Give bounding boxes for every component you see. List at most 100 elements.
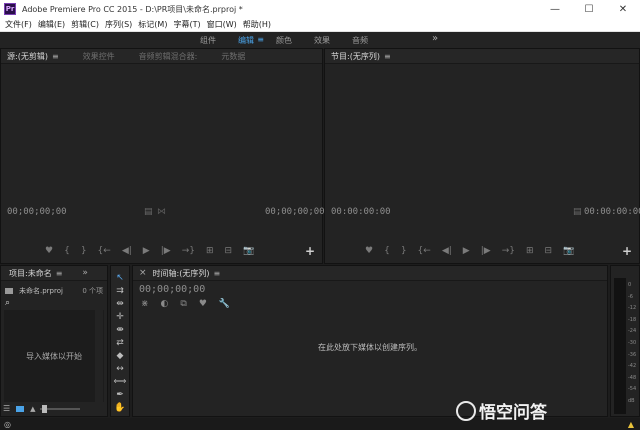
- timeline-toolbar: ⋇ ◐ ⧉ ♥ 🔧: [141, 299, 230, 309]
- meter-label: -24: [628, 328, 637, 335]
- pen-tool-icon[interactable]: ✒: [116, 389, 124, 402]
- menu-marker[interactable]: 标记(M): [135, 19, 170, 30]
- razor-tool-icon[interactable]: ◆: [117, 350, 124, 363]
- menu-clip[interactable]: 剪辑(C): [68, 19, 102, 30]
- linked-selection-icon[interactable]: ⧉: [180, 299, 186, 309]
- tab-project[interactable]: 项目:未命名 ≡: [9, 268, 62, 279]
- close-button[interactable]: ✕: [606, 0, 640, 18]
- mark-in-icon[interactable]: {: [64, 246, 70, 256]
- lift-icon[interactable]: ⊞: [526, 246, 534, 256]
- project-search-field[interactable]: ⌕: [5, 298, 103, 308]
- overwrite-icon[interactable]: ⊟: [225, 246, 233, 256]
- program-playhead-timecode[interactable]: 00:00:00:00: [331, 207, 391, 217]
- watermark-logo-icon: [456, 400, 476, 421]
- nest-icon[interactable]: ⋇: [141, 299, 149, 309]
- selection-tool-icon[interactable]: ↖: [116, 272, 124, 285]
- rate-stretch-tool-icon[interactable]: ⇼: [116, 324, 124, 337]
- program-add-marker-icon[interactable]: ♥: [365, 246, 373, 256]
- drag-video-icon[interactable]: ▤: [144, 207, 153, 217]
- program-transport-controls: ♥ { } {← ◀| ▶ |▶ →} ⊞ ⊟ 📷: [365, 246, 585, 256]
- tab-audio-clip-mixer[interactable]: 音频剪辑混合器:: [139, 51, 198, 62]
- program-monitor-panel: 节目:(无序列) ≡ 00:00:00:00 00:00:00:00 ▤ ♥ { …: [324, 48, 640, 264]
- tab-effect-controls[interactable]: 效果控件: [83, 51, 115, 62]
- hand-tool-icon[interactable]: ✋: [114, 402, 125, 415]
- menu-help[interactable]: 帮助(H): [240, 19, 274, 30]
- drag-audio-icon[interactable]: ⋈: [157, 207, 166, 217]
- zoom-slider-handle[interactable]: [41, 404, 47, 413]
- timeline-panel-tabs: × 时间轴:(无序列) ≡: [133, 266, 607, 281]
- workspace-menu-icon[interactable]: ≡: [257, 35, 264, 44]
- premiere-logo-icon: Pr: [4, 3, 16, 15]
- program-step-forward-icon[interactable]: |▶: [481, 246, 491, 256]
- list-view-icon[interactable]: ☰: [3, 404, 10, 413]
- zoom-slider[interactable]: [39, 404, 80, 413]
- tab-timeline[interactable]: 时间轴:(无序列) ≡: [153, 268, 221, 279]
- program-tab-menu-icon[interactable]: ≡: [384, 52, 391, 61]
- menu-window[interactable]: 窗口(W): [204, 19, 240, 30]
- program-mark-out-icon[interactable]: }: [401, 246, 407, 256]
- step-forward-icon[interactable]: |▶: [161, 246, 171, 256]
- workspace-tab-effects[interactable]: 效果: [314, 35, 330, 46]
- go-to-out-icon[interactable]: →}: [182, 246, 195, 256]
- project-panel-overflow-icon[interactable]: »: [82, 268, 88, 278]
- ripple-edit-tool-icon[interactable]: ⇹: [116, 298, 124, 311]
- workspace-overflow-icon[interactable]: »: [432, 33, 438, 44]
- source-button-editor-icon[interactable]: +: [305, 244, 315, 258]
- project-tab-menu-icon[interactable]: ≡: [56, 269, 63, 278]
- tab-metadata[interactable]: 元数据: [221, 51, 245, 62]
- watermark-text: 悟空问答: [479, 403, 547, 423]
- add-marker-icon[interactable]: ♥: [45, 246, 53, 256]
- menu-sequence[interactable]: 序列(S): [102, 19, 135, 30]
- slip-tool-icon[interactable]: ↔: [116, 363, 124, 376]
- razor-adjacent-tool-icon[interactable]: ⇄: [116, 337, 124, 350]
- workspace-tab-color[interactable]: 颜色: [276, 35, 292, 46]
- program-go-to-out-icon[interactable]: →}: [502, 246, 515, 256]
- meter-label: -6: [628, 293, 633, 300]
- source-tab-menu-icon[interactable]: ≡: [52, 52, 59, 61]
- play-icon[interactable]: ▶: [143, 246, 150, 256]
- export-frame-icon[interactable]: 📷: [243, 246, 254, 256]
- project-media-area[interactable]: 导入媒体以开始: [4, 310, 104, 402]
- timeline-panel: × 时间轴:(无序列) ≡ 00;00;00;00 ⋇ ◐ ⧉ ♥ 🔧 在此处放下…: [132, 265, 608, 417]
- tab-program[interactable]: 节目:(无序列) ≡: [331, 51, 391, 62]
- maximize-button[interactable]: ☐: [572, 0, 606, 18]
- menu-title[interactable]: 字幕(T): [170, 19, 203, 30]
- project-scrollbar[interactable]: [95, 310, 103, 402]
- source-monitor-view[interactable]: [2, 65, 321, 213]
- workspace-tab-editing[interactable]: 编辑 ≡: [238, 35, 264, 46]
- track-select-tool-icon[interactable]: ⇉: [116, 285, 124, 298]
- snap-icon[interactable]: ◐: [161, 299, 169, 309]
- status-icon[interactable]: ◎: [4, 420, 11, 429]
- mark-out-icon[interactable]: }: [81, 246, 87, 256]
- step-back-icon[interactable]: ◀|: [122, 246, 132, 256]
- extract-icon[interactable]: ⊟: [545, 246, 553, 256]
- program-monitor-view[interactable]: [326, 65, 638, 213]
- program-mark-in-icon[interactable]: {: [384, 246, 390, 256]
- program-settings-icon[interactable]: ▤: [573, 207, 582, 217]
- insert-icon[interactable]: ⊞: [206, 246, 214, 256]
- timeline-drop-area[interactable]: 在此处放下媒体以创建序列。: [133, 342, 607, 353]
- menu-file[interactable]: 文件(F): [2, 19, 35, 30]
- timeline-marker-icon[interactable]: ♥: [199, 299, 207, 309]
- tab-source[interactable]: 源:(无剪辑) ≡: [7, 51, 59, 62]
- minimize-button[interactable]: —: [538, 0, 572, 18]
- timeline-tab-menu-icon[interactable]: ≡: [213, 269, 220, 278]
- program-play-icon[interactable]: ▶: [463, 246, 470, 256]
- workspace-tab-audio[interactable]: 音频: [352, 35, 368, 46]
- timeline-playhead-timecode[interactable]: 00;00;00;00: [139, 284, 205, 295]
- slide-tool-icon[interactable]: ⟺: [114, 376, 127, 389]
- workspace-tab-assembly[interactable]: 组件: [200, 35, 216, 46]
- wrench-icon[interactable]: 🔧: [219, 299, 230, 309]
- icon-view-icon[interactable]: [16, 405, 25, 412]
- program-button-editor-icon[interactable]: +: [622, 244, 632, 258]
- program-go-to-in-icon[interactable]: {←: [418, 246, 431, 256]
- warning-icon[interactable]: ▲: [628, 420, 634, 429]
- source-playhead-timecode[interactable]: 00;00;00;00: [7, 207, 67, 217]
- program-export-frame-icon[interactable]: 📷: [563, 246, 574, 256]
- go-to-in-icon[interactable]: {←: [98, 246, 111, 256]
- audio-meter-panel: 0 -6 -12 -18 -24 -30 -36 -42 -48 -54 dB: [610, 265, 640, 417]
- close-timeline-icon[interactable]: ×: [139, 268, 147, 278]
- program-step-back-icon[interactable]: ◀|: [442, 246, 452, 256]
- rolling-edit-tool-icon[interactable]: ✛: [116, 311, 124, 324]
- menu-edit[interactable]: 编辑(E): [35, 19, 68, 30]
